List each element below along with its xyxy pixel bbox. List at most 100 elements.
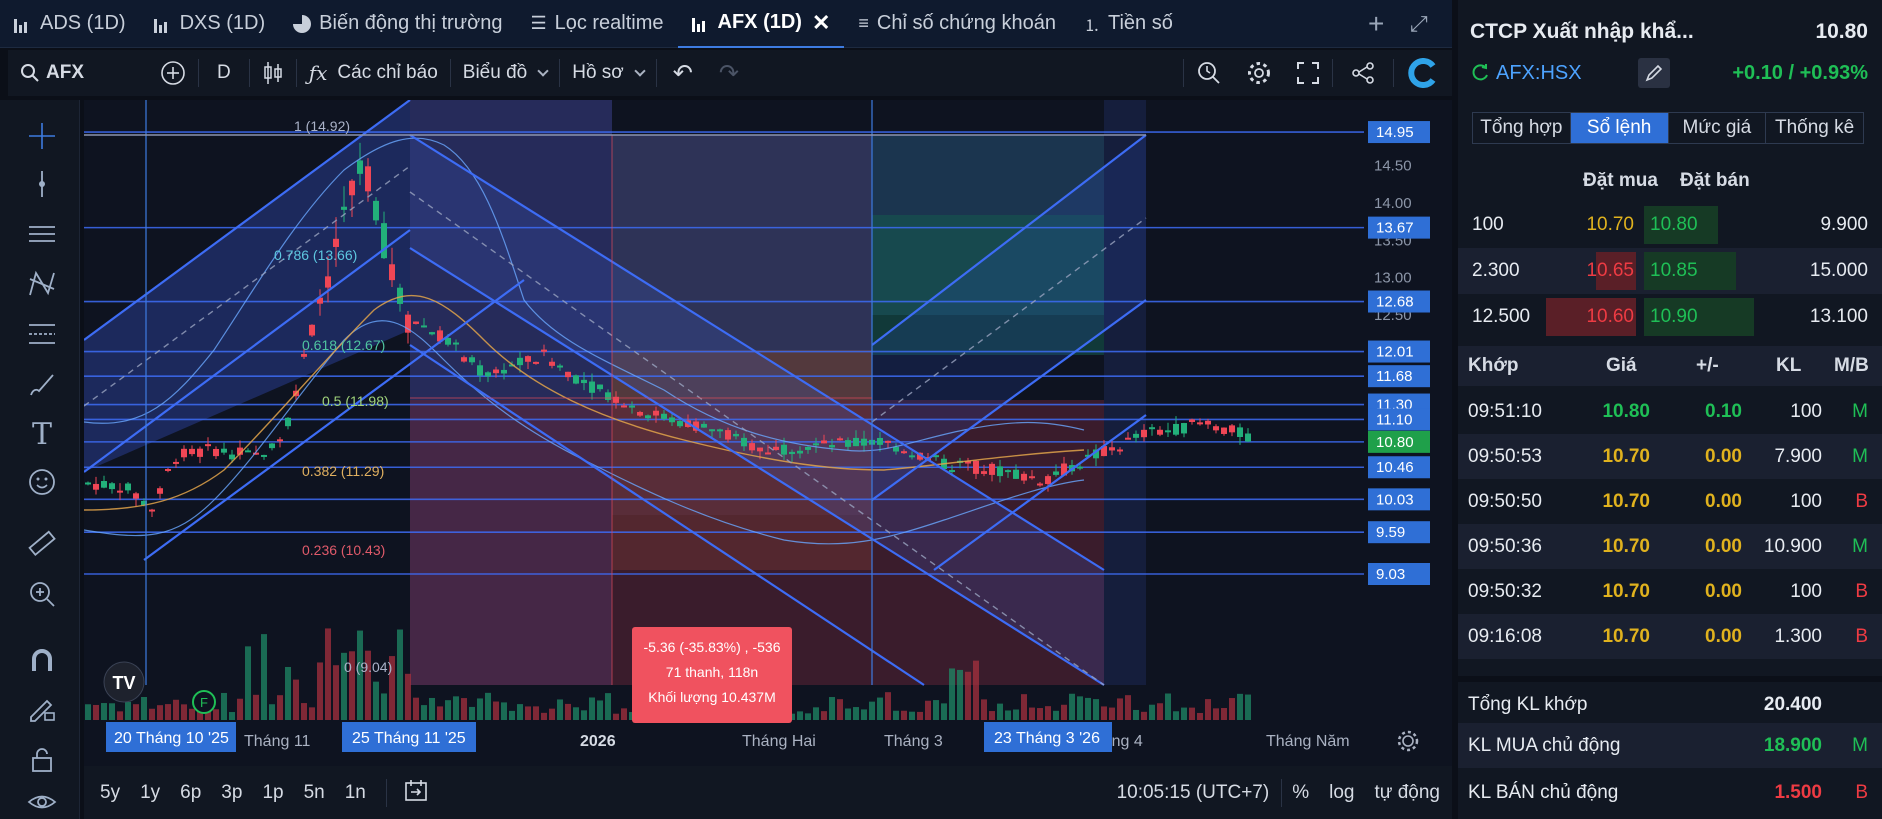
undo-button[interactable]: ↶: [657, 50, 709, 96]
tab-afx[interactable]: AFX (1D) ✕: [677, 0, 845, 48]
volume-bar: [125, 701, 131, 720]
date-range-button[interactable]: [397, 777, 435, 809]
settings-button[interactable]: [1234, 50, 1284, 96]
trend-line-tool[interactable]: [22, 164, 62, 204]
auto-toggle[interactable]: tự động: [1364, 782, 1452, 804]
candle-body: [1149, 427, 1155, 430]
tab-ads[interactable]: ADS (1D): [0, 0, 140, 48]
tab-stock-index[interactable]: ≡ Chỉ số chứng khoán: [844, 0, 1070, 48]
candle-body: [389, 264, 395, 281]
ruler-tool[interactable]: [22, 524, 62, 564]
compare-button[interactable]: [148, 50, 198, 96]
tab-realtime-filter[interactable]: ☰ Lọc realtime: [516, 0, 677, 48]
brush-tool[interactable]: [22, 364, 62, 404]
range-3m[interactable]: 3p: [211, 782, 252, 804]
indicators-button[interactable]: ƒx Các chỉ báo: [297, 50, 450, 96]
percent-toggle[interactable]: %: [1282, 782, 1319, 804]
summary-row: KL MUA chủ động 18.900 M: [1458, 723, 1882, 768]
tab-price-levels[interactable]: Mức giá: [1669, 113, 1767, 143]
trades-col-price: Giá: [1606, 355, 1637, 376]
tab-statistics[interactable]: Thống kê: [1766, 113, 1863, 143]
range-6m[interactable]: 6p: [170, 782, 211, 804]
range-5y[interactable]: 5y: [90, 782, 130, 804]
bid-price: 10.70: [1586, 214, 1634, 235]
candle-body: [637, 411, 643, 416]
candle-body: [1189, 419, 1195, 423]
fullscreen-button[interactable]: [1284, 50, 1332, 96]
magnet-tool[interactable]: [22, 640, 62, 680]
tab-orderbook[interactable]: Sổ lệnh: [1570, 113, 1669, 143]
candle-body: [197, 448, 203, 457]
edit-button[interactable]: [1638, 58, 1670, 88]
candle-body: [597, 384, 603, 390]
trade-price: 10.70: [1602, 491, 1650, 512]
tab-label: Chỉ số chứng khoán: [876, 12, 1056, 34]
volume-bar: [565, 703, 571, 720]
tab-dxs[interactable]: DXS (1D): [140, 0, 280, 48]
tab-market-movement[interactable]: Biến động thị trường: [279, 0, 516, 48]
price-axis-label: 14.50: [1374, 158, 1412, 175]
candle-style-button[interactable]: [250, 50, 296, 96]
orderbook-row[interactable]: 2.300 10.65 10.85 15.000: [1458, 248, 1882, 294]
share-icon: [1352, 62, 1374, 84]
candle-body: [541, 349, 547, 352]
candle-body: [733, 433, 739, 437]
volume-bar: [1141, 711, 1147, 720]
eye-icon: [27, 795, 57, 809]
chart-icon: [153, 15, 172, 33]
range-1m[interactable]: 1p: [252, 782, 293, 804]
time-label: Tháng 11: [244, 733, 311, 750]
profile-dropdown[interactable]: Hồ sơ: [560, 50, 656, 96]
range-1y[interactable]: 1y: [130, 782, 170, 804]
orderbook-row[interactable]: 100 10.70 10.80 9.900: [1458, 202, 1882, 248]
volume-bar: [269, 704, 275, 720]
visibility-tool[interactable]: [22, 782, 62, 819]
orderbook-row[interactable]: 12.500 10.60 10.90 13.100: [1458, 294, 1882, 340]
share-button[interactable]: [1333, 50, 1393, 96]
price-chart[interactable]: 1 (14.92) 0.786 (13.66) 0.618 (12.67) 0.…: [84, 100, 1452, 766]
fib-icon: [29, 324, 55, 344]
volume-bar: [1021, 694, 1027, 720]
zoom-tool[interactable]: [22, 574, 62, 614]
add-tab-icon[interactable]: +: [1368, 0, 1384, 48]
candle-body: [493, 369, 499, 374]
pattern-tool[interactable]: [22, 264, 62, 304]
close-icon[interactable]: ✕: [812, 10, 830, 36]
lock-tool[interactable]: [22, 740, 62, 780]
symbol-search[interactable]: AFX: [8, 50, 148, 96]
ticker-label[interactable]: AFX:HSX: [1496, 62, 1582, 85]
tab-label: ADS (1D): [40, 12, 126, 34]
tab-summary[interactable]: Tổng hợp: [1473, 113, 1571, 143]
expand-icon[interactable]: ⤢: [1410, 0, 1428, 48]
trade-price: 10.70: [1602, 626, 1650, 647]
emoji-tool[interactable]: [22, 462, 62, 502]
bid-volume: 100: [1472, 214, 1504, 235]
volume-bar: [613, 713, 619, 720]
tooltip-line-3: Khối lượng 10.437M: [648, 689, 776, 705]
candle-body: [1165, 430, 1171, 433]
log-toggle[interactable]: log: [1319, 782, 1364, 804]
volume-bar: [957, 669, 963, 720]
volume-bar: [229, 712, 235, 720]
volume-bar: [285, 666, 291, 720]
text-tool[interactable]: T: [22, 414, 62, 454]
volume-bar: [445, 700, 451, 720]
range-1d[interactable]: 1n: [335, 782, 376, 804]
interval-button[interactable]: D: [199, 50, 249, 96]
alert-button[interactable]: [1184, 50, 1234, 96]
range-5d[interactable]: 5n: [294, 782, 335, 804]
fib-tool[interactable]: [22, 314, 62, 354]
chart-type-dropdown[interactable]: Biểu đồ: [451, 50, 559, 96]
lock-draw-tool[interactable]: [22, 688, 62, 728]
redo-button[interactable]: ↷: [709, 50, 749, 96]
candle-body: [757, 447, 763, 452]
volume-bar: [869, 701, 875, 720]
tab-crypto[interactable]: ⒈ Tiền số: [1070, 0, 1187, 48]
volume-bar: [157, 705, 163, 720]
lines-tool[interactable]: [22, 214, 62, 254]
volume-bar: [149, 708, 155, 720]
volume-bar: [317, 662, 323, 720]
calendar-arrow-icon: [405, 779, 427, 801]
chart-area[interactable]: 1 (14.92) 0.786 (13.66) 0.618 (12.67) 0.…: [84, 100, 1452, 766]
crosshair-tool[interactable]: [22, 116, 62, 156]
